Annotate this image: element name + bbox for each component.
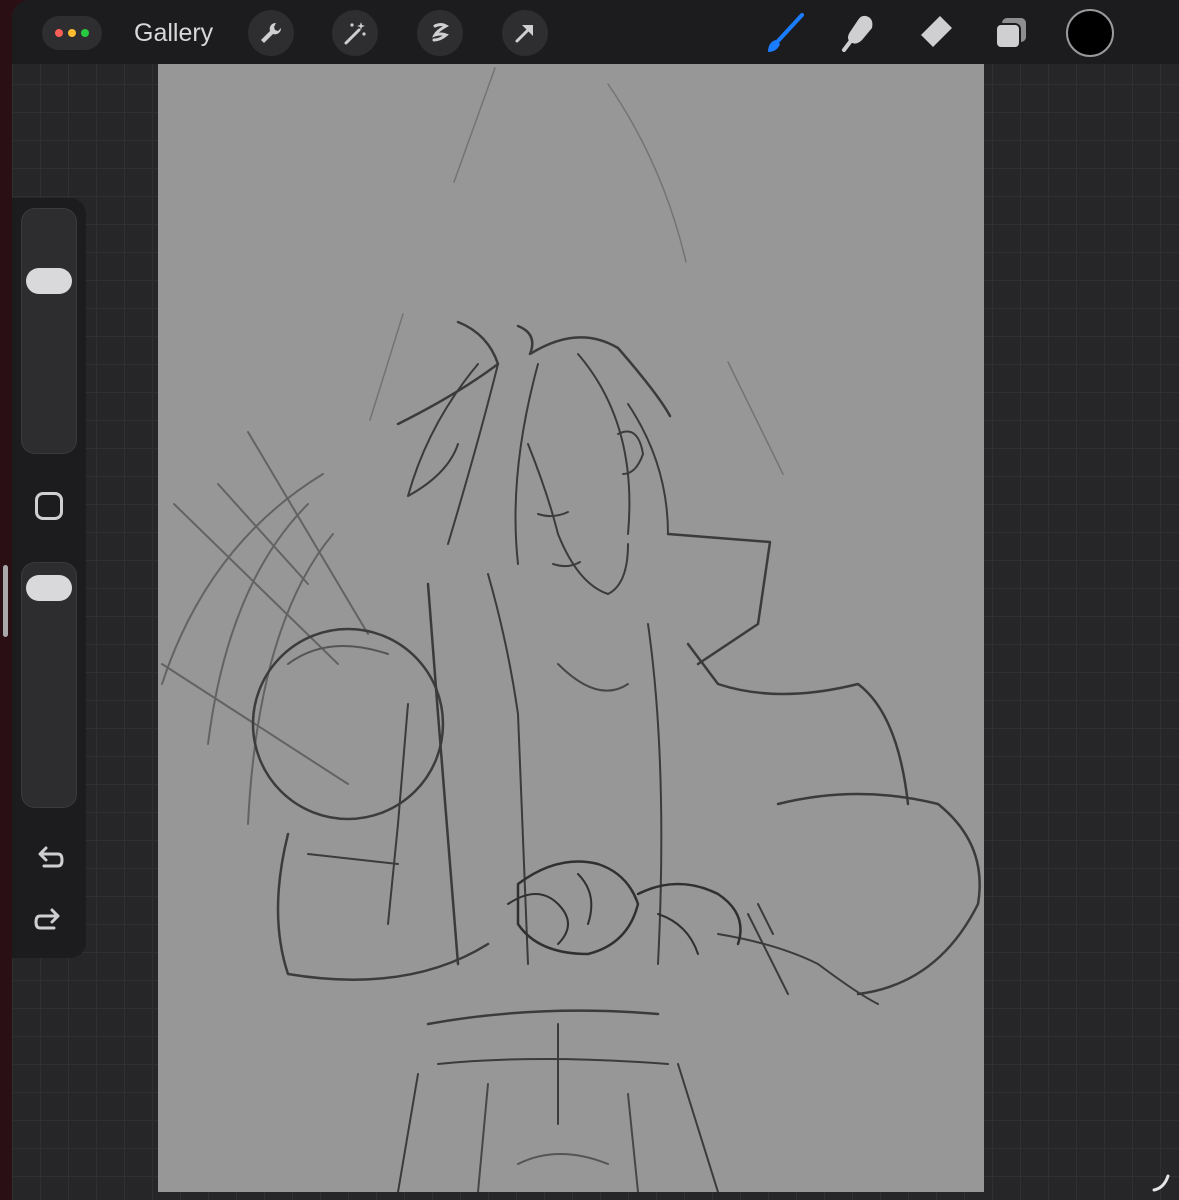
adjustments-button[interactable] — [332, 10, 378, 56]
wrench-button[interactable] — [248, 10, 294, 56]
sidebar-edge-handle[interactable] — [3, 565, 8, 637]
opacity-thumb[interactable] — [26, 575, 72, 602]
corner-resize-icon — [1152, 1174, 1170, 1192]
wrench-icon — [261, 22, 282, 43]
modify-square-button[interactable] — [35, 492, 63, 520]
undo-button[interactable] — [30, 840, 68, 878]
layers-icon — [995, 18, 1026, 49]
undo-icon — [38, 846, 64, 868]
eraser-icon — [918, 16, 952, 50]
layers-button[interactable] — [986, 8, 1036, 58]
magic-wand-icon — [344, 22, 366, 45]
brush-size-slider[interactable] — [21, 208, 77, 454]
selection-button[interactable] — [417, 10, 463, 56]
brush-button[interactable] — [760, 8, 810, 58]
selection-icon — [432, 23, 449, 42]
gallery-button[interactable]: Gallery — [134, 18, 213, 48]
eraser-button[interactable] — [910, 8, 960, 58]
red-dot-icon — [55, 29, 63, 37]
left-sidebar — [12, 198, 86, 958]
green-dot-icon — [81, 29, 89, 37]
top-toolbar: Gallery — [12, 0, 1179, 64]
opacity-slider[interactable] — [21, 562, 77, 808]
redo-icon — [34, 908, 60, 930]
actions-menu-button[interactable] — [42, 16, 102, 50]
smudge-icon — [842, 15, 873, 52]
transform-arrow-icon — [515, 25, 533, 43]
smudge-button[interactable] — [834, 8, 884, 58]
drawing-canvas[interactable] — [158, 64, 984, 1192]
redo-button[interactable] — [30, 902, 68, 940]
brush-icon — [768, 13, 804, 52]
yellow-dot-icon — [68, 29, 76, 37]
color-picker-button[interactable] — [1066, 9, 1114, 57]
brush-size-thumb[interactable] — [26, 267, 72, 294]
sketch-artwork — [161, 67, 981, 1192]
transform-button[interactable] — [502, 10, 548, 56]
